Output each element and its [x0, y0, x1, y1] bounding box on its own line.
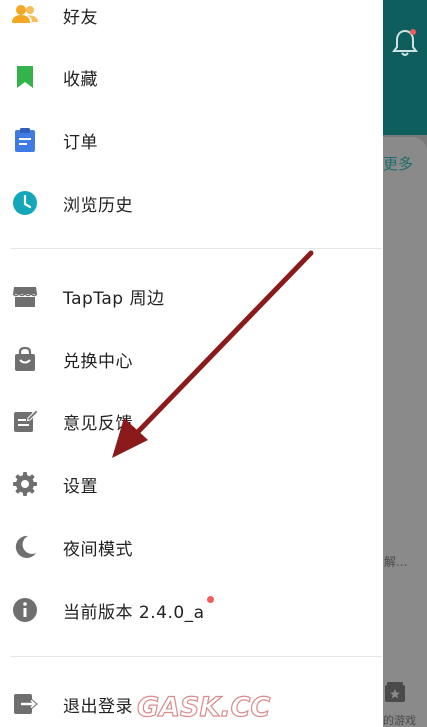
- watermark-logo: GASK.CC: [137, 691, 271, 722]
- drawer-item-version[interactable]: 当前版本 2.4.0_a: [0, 585, 383, 635]
- divider: [10, 656, 382, 657]
- drawer-item-label: 好友: [63, 7, 98, 28]
- drawer-item-night-mode[interactable]: 夜间模式: [0, 522, 383, 572]
- gear-icon: [11, 470, 39, 498]
- drawer-item-label: 浏览历史: [63, 195, 133, 216]
- navigation-drawer: 好友 收藏 订单 浏览历史 TapTap 周边 兑换中心 意见反馈 设置 夜间模…: [0, 0, 383, 727]
- info-icon: [11, 596, 39, 624]
- my-games-text: 的游戏: [383, 714, 416, 727]
- background-truncated-text: 解...: [384, 555, 408, 569]
- update-badge: [206, 595, 214, 603]
- drawer-item-label: 退出登录: [63, 696, 133, 717]
- game-library-icon[interactable]: [383, 680, 407, 704]
- drawer-item-label: 意见反馈: [63, 413, 133, 434]
- drawer-item-settings[interactable]: 设置: [0, 459, 383, 509]
- drawer-item-label: 收藏: [63, 69, 98, 90]
- drawer-item-label: 订单: [63, 132, 98, 153]
- friends-icon: [11, 1, 39, 29]
- drawer-item-label: 夜间模式: [63, 539, 133, 560]
- more-link[interactable]: 更多: [383, 153, 413, 174]
- watermark-text: GASK.CC: [137, 692, 270, 722]
- moon-icon: [11, 533, 39, 561]
- clock-icon: [11, 189, 39, 217]
- drawer-item-label: 兑换中心: [63, 351, 133, 372]
- drawer-item-friends[interactable]: 好友: [0, 0, 383, 40]
- drawer-item-feedback[interactable]: 意见反馈: [0, 396, 383, 446]
- shopping-bag-icon: [11, 345, 39, 373]
- order-icon: [11, 126, 39, 154]
- drawer-item-label: 当前版本 2.4.0_a: [63, 595, 214, 623]
- drawer-item-history[interactable]: 浏览历史: [0, 178, 383, 228]
- store-icon: [11, 282, 39, 310]
- drawer-item-redeem-center[interactable]: 兑换中心: [0, 334, 383, 384]
- feedback-edit-icon: [11, 407, 39, 435]
- drawer-item-favorites[interactable]: 收藏: [0, 52, 383, 102]
- drawer-item-label: 设置: [63, 476, 98, 497]
- bell-icon[interactable]: [392, 28, 418, 58]
- drawer-item-merchandise[interactable]: TapTap 周边: [0, 271, 383, 321]
- logout-icon: [11, 690, 39, 718]
- bookmark-icon: [11, 63, 39, 91]
- divider: [10, 248, 382, 249]
- drawer-item-orders[interactable]: 订单: [0, 115, 383, 165]
- drawer-item-label: TapTap 周边: [63, 288, 165, 309]
